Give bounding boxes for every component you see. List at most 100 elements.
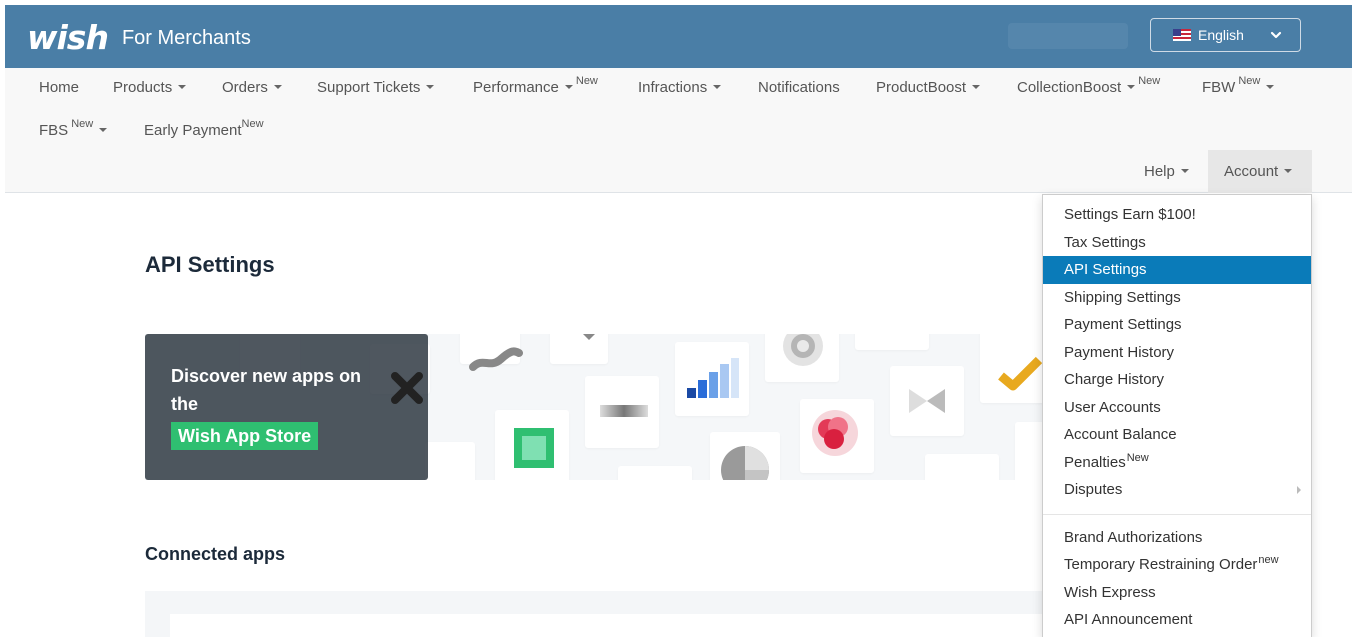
- caret-down-icon: [1127, 85, 1136, 90]
- us-flag-icon: [1173, 29, 1191, 41]
- menu-item-label: Settings Earn $100!: [1064, 206, 1196, 223]
- top-header: wish For Merchants English: [5, 5, 1352, 68]
- nav-performance[interactable]: Performance New: [473, 75, 598, 96]
- app-store-promo: Discover new apps on the Wish App Store: [145, 334, 428, 480]
- menu-item-label: API Announcement: [1064, 611, 1193, 628]
- menu-item-label: Wish Express: [1064, 583, 1156, 601]
- app-tile: [425, 442, 475, 480]
- menu-item-label: API Settings: [1064, 261, 1147, 278]
- caret-down-icon: [99, 128, 108, 133]
- nav-early-payment[interactable]: Early PaymentNew: [144, 118, 264, 139]
- page-title: API Settings: [145, 252, 275, 277]
- menu-item-label: Payment History: [1064, 343, 1175, 361]
- caret-down-icon: [972, 85, 981, 90]
- nav-productboost[interactable]: ProductBoost: [876, 79, 981, 96]
- banner-line-1: Discover new apps on: [171, 366, 362, 386]
- menu-item-label: Brand Authorizations: [1064, 528, 1203, 546]
- menu-item-brand-authorizations[interactable]: Brand Authorizations: [1043, 524, 1311, 552]
- menu-item-label: Tax Settings: [1064, 233, 1146, 251]
- checkmark-icon: [998, 356, 1043, 391]
- caret-down-icon: [273, 85, 282, 90]
- nav-label: Early Payment: [144, 122, 242, 139]
- caret-down-icon: [426, 85, 435, 90]
- menu-item-label: Charge History: [1064, 371, 1165, 388]
- menu-item-label: Temporary Restraining Order: [1064, 556, 1258, 573]
- menu-item-disputes[interactable]: Disputes: [1043, 476, 1311, 504]
- caret-down-icon: [713, 85, 722, 90]
- circle-target-icon: [783, 334, 823, 366]
- menu-item-user-accounts[interactable]: User Accounts: [1043, 394, 1311, 422]
- nav-infractions[interactable]: Infractions: [638, 79, 722, 96]
- nav-support-tickets[interactable]: Support Tickets: [317, 79, 435, 96]
- nav-label: Orders: [222, 79, 268, 96]
- menu-item-charge-history[interactable]: Charge History: [1043, 366, 1311, 394]
- pie-chart-icon: [721, 446, 769, 480]
- caret-down-icon: [1284, 169, 1293, 174]
- app-store-banner[interactable]: Discover new apps on the Wish App Store: [145, 334, 1045, 480]
- nav-help[interactable]: Help: [1144, 163, 1189, 180]
- new-badge: New: [1138, 75, 1161, 87]
- triangle-icon: [583, 334, 595, 340]
- app-tile: [1015, 422, 1045, 480]
- connected-apps-content: [170, 614, 1045, 637]
- app-tile: [925, 454, 999, 480]
- menu-item-penalties[interactable]: PenaltiesNew: [1043, 449, 1311, 477]
- bar-chart-icon: [687, 358, 739, 398]
- nav-label: FBS: [39, 122, 69, 139]
- gradient-bar-icon: [600, 405, 648, 417]
- bowtie-icon: [909, 389, 945, 413]
- wish-logo[interactable]: wish For Merchants: [27, 18, 251, 57]
- nav-products[interactable]: Products: [113, 79, 187, 96]
- new-badge: New: [1238, 75, 1261, 87]
- green-square-icon: [514, 428, 554, 468]
- menu-item-account-balance[interactable]: Account Balance: [1043, 421, 1311, 449]
- menu-item-temporary-restraining-order[interactable]: Temporary Restraining Ordernew: [1043, 551, 1311, 579]
- caret-down-icon: [564, 85, 573, 90]
- new-badge: New: [1126, 451, 1149, 464]
- merchant-name-blurred: [1008, 23, 1128, 49]
- caret-down-icon: [178, 85, 187, 90]
- logo-subtitle: For Merchants: [121, 26, 251, 49]
- menu-item-tax-settings[interactable]: Tax Settings: [1043, 229, 1311, 257]
- chevron-down-icon: [1270, 31, 1282, 39]
- menu-item-payment-settings[interactable]: Payment Settings: [1043, 311, 1311, 339]
- new-badge: New: [71, 118, 94, 130]
- banner-line-2: the: [171, 394, 198, 414]
- menu-item-api-announcement[interactable]: API Announcement: [1043, 606, 1311, 634]
- nav-account[interactable]: Account: [1224, 163, 1293, 180]
- nav-label: Infractions: [638, 79, 708, 96]
- squiggle-icon: [469, 347, 523, 371]
- menu-item-wish-express[interactable]: Wish Express: [1043, 579, 1311, 607]
- app-tile: [855, 334, 929, 350]
- nav-fbs[interactable]: FBS New: [39, 118, 108, 139]
- new-badge: New: [575, 75, 598, 87]
- nav-label: FBW: [1202, 79, 1236, 96]
- menu-item-label: Penalties: [1064, 453, 1126, 471]
- account-dropdown-menu: Settings Earn $100! Tax Settings API Set…: [1042, 194, 1312, 637]
- menu-item-label: Disputes: [1064, 481, 1123, 498]
- menu-item-api-settings[interactable]: API Settings: [1043, 256, 1311, 284]
- caret-down-icon: [1266, 85, 1275, 90]
- nav-collectionboost[interactable]: CollectionBoost New: [1017, 75, 1160, 96]
- menu-item-settings[interactable]: Settings Earn $100!: [1043, 201, 1311, 229]
- new-badge: New: [241, 118, 264, 130]
- menu-item-payment-history[interactable]: Payment History: [1043, 339, 1311, 367]
- main-nav: Home Products Orders Support Tickets Per…: [5, 68, 1352, 193]
- menu-divider: [1043, 513, 1311, 515]
- menu-item-shipping-settings[interactable]: Shipping Settings: [1043, 284, 1311, 312]
- nav-home[interactable]: Home: [39, 79, 79, 96]
- nav-fbw[interactable]: FBW New: [1202, 75, 1275, 96]
- language-selector[interactable]: English: [1150, 18, 1301, 52]
- menu-item-label: Account Balance: [1064, 426, 1177, 443]
- nav-label: Home: [39, 79, 80, 96]
- menu-item-label: User Accounts: [1064, 398, 1161, 416]
- nav-notifications[interactable]: Notifications: [758, 79, 840, 96]
- nav-label: Help: [1144, 163, 1175, 180]
- nav-label: ProductBoost: [876, 79, 967, 96]
- nav-label: CollectionBoost: [1017, 79, 1122, 96]
- submenu-arrow-icon: [1297, 486, 1301, 494]
- nav-orders[interactable]: Orders: [222, 79, 282, 96]
- wish-app-store-button[interactable]: Wish App Store: [171, 422, 319, 450]
- overlap-circles-icon: [812, 410, 858, 456]
- nav-label: Notifications: [758, 79, 840, 96]
